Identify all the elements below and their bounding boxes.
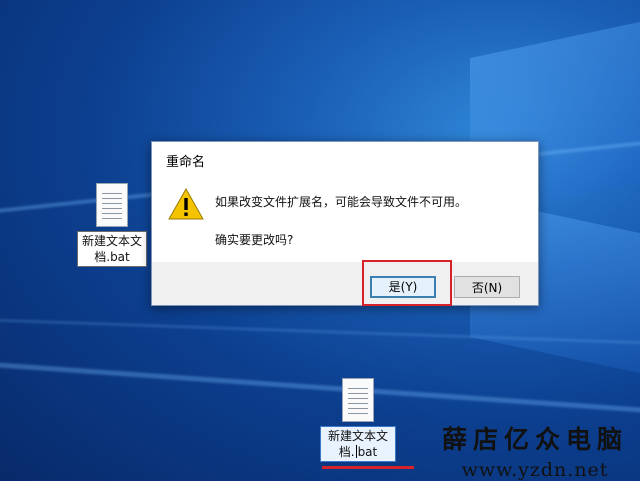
text-file-icon [342, 378, 374, 422]
watermark-url: www.yzdn.net [461, 459, 609, 481]
warning-icon [168, 187, 204, 220]
desktop-file-icon-renaming[interactable]: 新建文本文档. bat [320, 378, 396, 462]
desktop-file-icon[interactable]: 新建文本文档.bat [77, 183, 147, 267]
no-button[interactable]: 否(N) [454, 276, 520, 298]
file-name-after-caret: bat [357, 445, 378, 459]
text-caret [355, 445, 357, 458]
dialog-question: 确实要更改吗? [215, 233, 294, 247]
text-file-icon [96, 183, 128, 227]
rename-dialog: 重命名 如果改变文件扩展名，可能会导致文件不可用。 确实要更改吗? 是(Y) 否… [151, 141, 539, 306]
watermark: 薛店亿众电脑 www.yzdn.net [440, 420, 630, 481]
file-rename-field[interactable]: 新建文本文档. bat [320, 426, 396, 462]
dialog-title: 重命名 [166, 155, 206, 170]
dialog-message: 如果改变文件扩展名，可能会导致文件不可用。 [215, 195, 468, 209]
red-highlight-annotation [362, 260, 452, 306]
file-name-label: 新建文本文档.bat [77, 231, 147, 267]
watermark-brand: 薛店亿众电脑 [441, 425, 628, 454]
red-underline-annotation [322, 466, 414, 469]
dialog-footer: 是(Y) 否(N) [152, 262, 538, 305]
